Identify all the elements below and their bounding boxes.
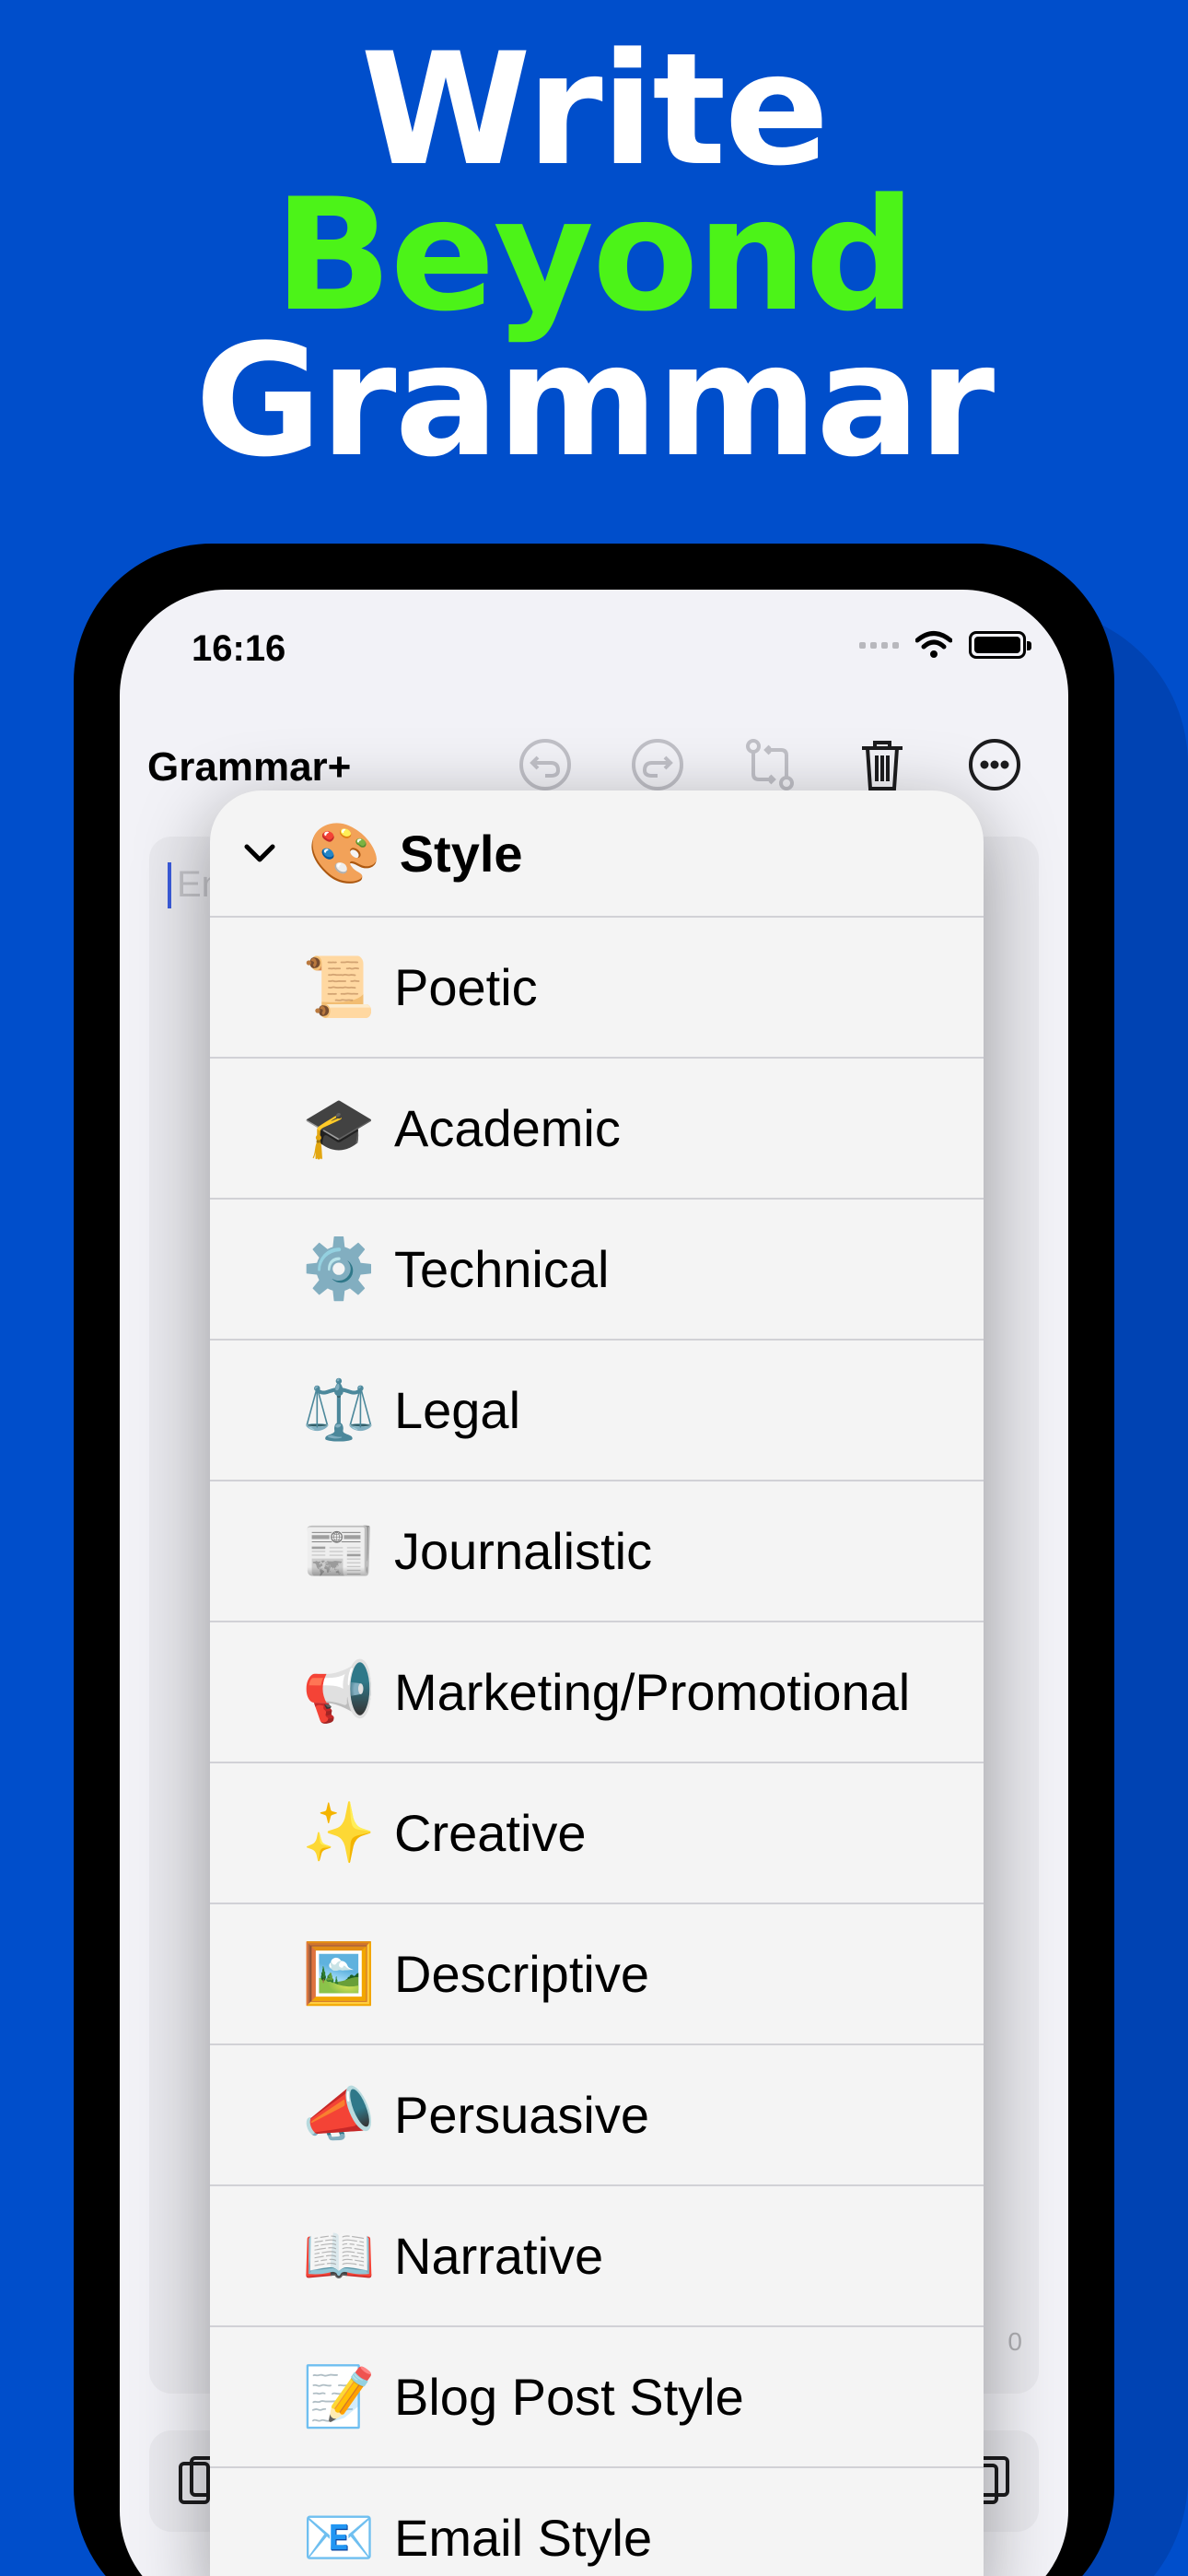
sparkles-icon: ✨ [302,1799,376,1866]
newspaper-icon: 📰 [302,1517,376,1584]
menu-item-label: Blog Post Style [394,2368,744,2426]
swap-button[interactable] [740,735,799,794]
style-menu-title: Style [399,824,523,883]
menu-item-label: Legal [394,1381,521,1439]
framed-picture-icon: 🖼️ [302,1940,376,2007]
menu-item-marketing[interactable]: 📢 Marketing/Promotional [210,1622,984,1763]
status-indicators [859,630,1031,660]
menu-item-narrative[interactable]: 📖 Narrative [210,2186,984,2327]
style-menu-header[interactable]: 🎨 Style [210,790,984,918]
menu-item-academic[interactable]: 🎓 Academic [210,1059,984,1200]
battery-icon [969,631,1031,659]
chevron-down-icon [239,833,280,873]
menu-item-email[interactable]: 📧 Email Style [210,2468,984,2576]
status-time: 16:16 [192,628,286,669]
text-cursor [168,862,171,908]
menu-item-label: Descriptive [394,1945,649,2003]
loudspeaker-icon: 📢 [302,1658,376,1725]
graduation-cap-icon: 🎓 [302,1095,376,1161]
more-button[interactable] [965,735,1024,794]
gear-icon: ⚙️ [302,1235,376,1302]
more-icon [969,739,1020,790]
undo-icon [519,739,571,790]
megaphone-icon: 📣 [302,2081,376,2148]
menu-item-poetic[interactable]: 📜 Poetic [210,918,984,1059]
menu-item-label: Narrative [394,2227,604,2285]
menu-item-legal[interactable]: ⚖️ Legal [210,1341,984,1481]
marketing-headline: Write Beyond Grammar [0,19,1188,491]
menu-item-label: Email Style [394,2509,653,2567]
swap-icon [746,739,794,790]
menu-item-label: Journalistic [394,1522,653,1580]
menu-item-creative[interactable]: ✨ Creative [210,1763,984,1904]
menu-item-journalistic[interactable]: 📰 Journalistic [210,1481,984,1622]
memo-icon: 📝 [302,2363,376,2430]
menu-item-label: Creative [394,1804,587,1862]
headline-line-2: Beyond [274,165,916,345]
delete-button[interactable] [853,735,912,794]
menu-item-blog-post[interactable]: 📝 Blog Post Style [210,2327,984,2468]
editor-toolbar [516,735,1024,794]
menu-item-label: Academic [394,1099,621,1157]
menu-item-label: Poetic [394,958,538,1016]
undo-button[interactable] [516,735,575,794]
redo-icon [632,739,683,790]
menu-item-persuasive[interactable]: 📣 Persuasive [210,2045,984,2186]
headline-line-3: Grammar [194,310,995,491]
open-book-icon: 📖 [302,2222,376,2289]
app-title: Grammar+ [147,744,352,790]
wifi-icon [915,631,952,658]
trash-icon [862,741,903,790]
palette-icon: 🎨 [308,819,381,886]
menu-item-technical[interactable]: ⚙️ Technical [210,1200,984,1341]
menu-item-label: Persuasive [394,2086,650,2144]
menu-item-descriptive[interactable]: 🖼️ Descriptive [210,1904,984,2045]
menu-item-label: Technical [394,1240,610,1298]
scroll-icon: 📜 [302,954,376,1020]
menu-item-label: Marketing/Promotional [394,1663,911,1721]
character-counter: 0 [1007,2327,1022,2356]
cellular-signal-icon [859,641,899,649]
style-menu: 🎨 Style 📜 Poetic 🎓 Academic ⚙️ Technical… [210,790,984,2576]
scales-icon: ⚖️ [302,1376,376,1443]
headline-line-1: Write [360,19,829,200]
email-icon: 📧 [302,2504,376,2570]
redo-button[interactable] [628,735,687,794]
